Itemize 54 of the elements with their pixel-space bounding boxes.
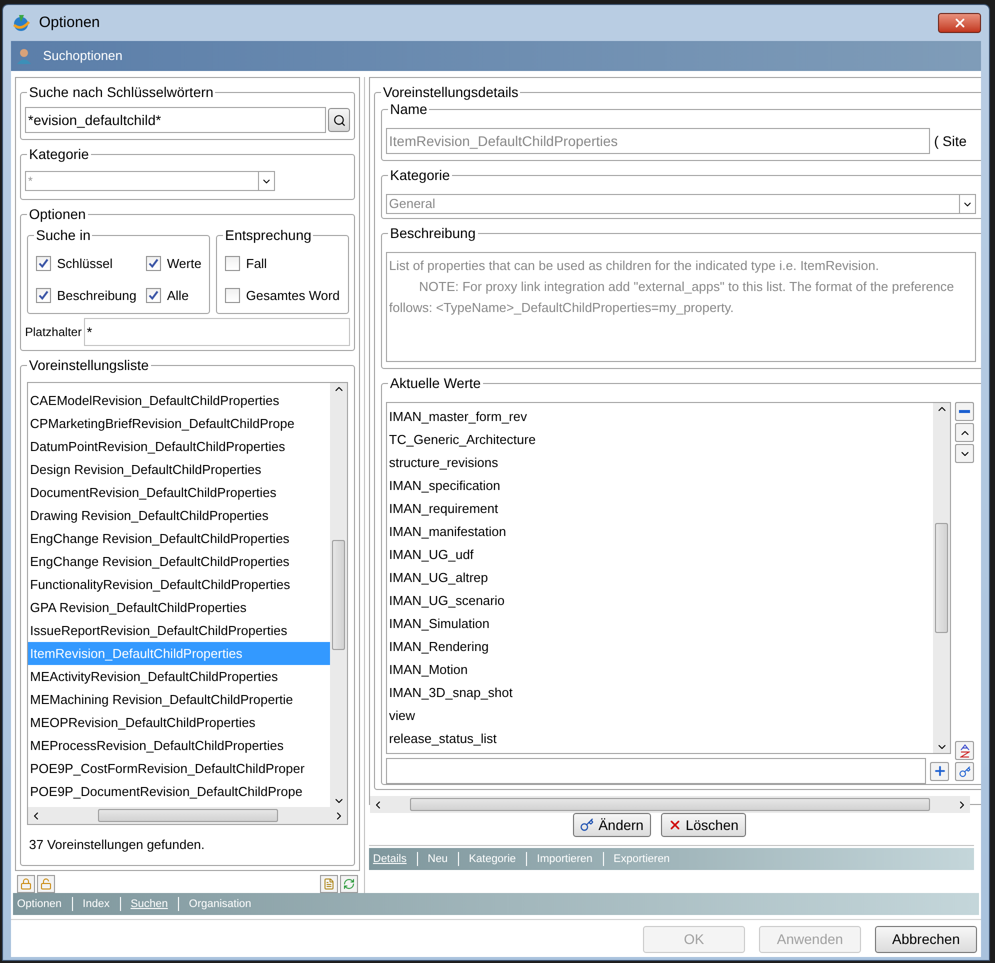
list-item[interactable]: DocumentRevision_DefaultChildProperties (28, 481, 330, 504)
list-item[interactable]: EngChange Revision_DefaultChildProperties (28, 550, 330, 573)
list-item[interactable]: MEActivityRevision_DefaultChildProperties (28, 665, 330, 688)
list-item[interactable]: FunctionalityRevision_DefaultChildProperties (28, 573, 330, 596)
list-item[interactable]: GPA Revision_DefaultChildProperties (28, 596, 330, 619)
description-text: NOTE: For proxy link integration add "external_apps" to this list. The format of the preference follows: <TypeName>_DefaultChildProperties=my_property. (389, 278, 956, 317)
list-item[interactable]: POE9P_CostFormRevision_DefaultChildProper (28, 757, 330, 780)
list-item[interactable]: MEMachining Revision_DefaultChildPropertie (28, 688, 330, 711)
value-item[interactable]: IMAN_requirement (387, 497, 933, 520)
list-item[interactable]: MEOPRevision_DefaultChildProperties (28, 711, 330, 734)
list-item[interactable]: Drawing Revision_DefaultChildProperties (28, 504, 330, 527)
checkbox-label: Gesamtes Word (246, 286, 340, 304)
dropdown-value: * (27, 173, 34, 190)
value-item[interactable]: release_status_list (387, 727, 933, 750)
value-item[interactable]: IMAN_Motion (387, 658, 933, 681)
list-item[interactable]: DatumPointRevision_DefaultChildProperties (28, 435, 330, 458)
description-text: List of properties that can be used as children for the indicated type i.e. ItemRevision. (389, 257, 880, 275)
list-item[interactable]: MEProcessRevision_DefaultChildProperties (28, 734, 330, 757)
value-item[interactable]: IMAN_manifestation (387, 520, 933, 543)
value-item[interactable]: IMAN_master_form_rev (387, 405, 933, 428)
checkbox-label: Alle (167, 286, 189, 304)
window-title: Optionen (39, 12, 100, 33)
value-item[interactable]: structure_revisions (387, 451, 933, 474)
action-button[interactable]: Löschen (660, 813, 746, 837)
value-item[interactable]: IMAN_Rendering (387, 635, 933, 658)
value-item[interactable]: IMAN_UG_udf (387, 543, 933, 566)
value-item[interactable]: IMAN_Simulation (387, 612, 933, 635)
keyword-search-field[interactable]: *evision_defaultchild* (25, 107, 326, 133)
result-count: 37 Voreinstellungen gefunden. (28, 836, 206, 854)
dropdown-value: General (388, 195, 436, 214)
value-item[interactable]: view (387, 704, 933, 727)
list-item[interactable]: CAEModelRevision_DefaultChildProperties (28, 389, 330, 412)
name-field[interactable]: ItemRevision_DefaultChildProperties (386, 128, 930, 154)
list-item[interactable]: EngChange Revision_DefaultChildProperties (28, 527, 330, 550)
wildcard-label: Platzhalter (25, 324, 82, 341)
value-item[interactable]: IMAN_UG_altrep (387, 566, 933, 589)
value-item[interactable]: IMAN_3D_snap_shot (387, 681, 933, 704)
category-dropdown[interactable]: General (386, 194, 976, 214)
scope-label: ( Site (934, 132, 967, 151)
checkbox-label: Schlüssel (57, 255, 113, 273)
value-item[interactable]: TC_Generic_Architecture (387, 428, 933, 451)
value-item[interactable]: IMAN_specification (387, 474, 933, 497)
checkbox-label: Fall (246, 255, 267, 273)
value-item[interactable]: IMAN_UG_scenario (387, 589, 933, 612)
dialog-button[interactable]: Abbrechen (875, 926, 977, 953)
checkbox-label: Beschreibung (57, 286, 136, 305)
action-button[interactable]: Ändern (573, 813, 651, 837)
list-item[interactable]: CPMarketingBriefRevision_DefaultChildPrope (28, 412, 330, 435)
wildcard-field[interactable]: * (84, 318, 350, 346)
list-item[interactable]: Design Revision_DefaultChildProperties (28, 458, 330, 481)
header-title: Suchoptionen (43, 47, 123, 66)
list-item[interactable]: IssueReportRevision_DefaultChildProperties (28, 619, 330, 642)
checkbox-label: Werte (167, 255, 202, 273)
list-item[interactable]: POE9P_DocumentRevision_DefaultChildPrope (28, 780, 330, 803)
